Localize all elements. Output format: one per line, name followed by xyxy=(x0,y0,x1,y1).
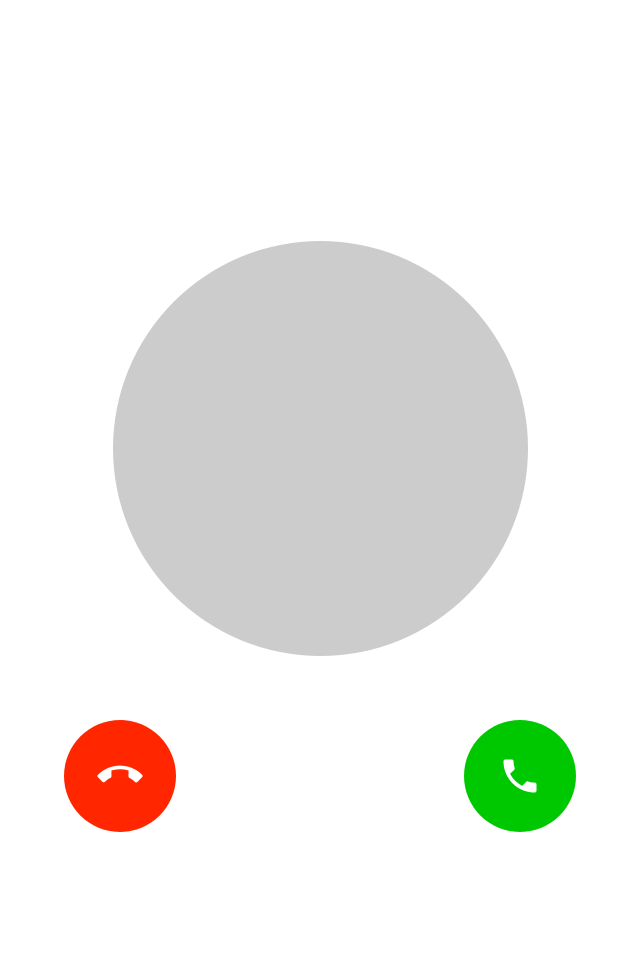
phone-hangup-icon xyxy=(97,754,143,798)
decline-call-button[interactable] xyxy=(64,720,176,832)
caller-avatar xyxy=(113,241,528,656)
incoming-call-screen xyxy=(0,0,640,960)
accept-call-button[interactable] xyxy=(464,720,576,832)
phone-icon xyxy=(498,754,542,798)
